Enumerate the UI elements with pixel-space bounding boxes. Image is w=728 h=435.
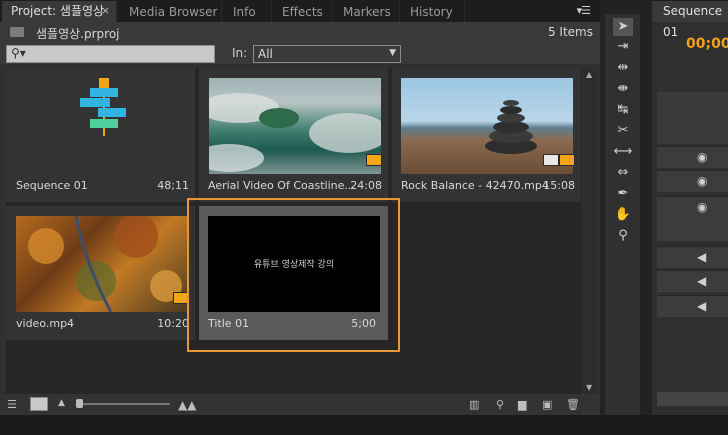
- in-label: In:: [232, 46, 248, 60]
- media-item-aerial-video[interactable]: Aerial Video Of Coastline... 24:08: [199, 68, 388, 202]
- in-filter-dropdown[interactable]: All ▼: [253, 45, 401, 63]
- project-bottom-toolbar: ☰ ▲ ▲▲ ▥ ⚲ ▆ ▣ 🗑: [0, 394, 600, 415]
- item-duration: 10:20: [157, 317, 189, 330]
- tab-media-browser[interactable]: Media Browser: [120, 2, 222, 22]
- zoom-out-icon[interactable]: ▲: [58, 398, 65, 408]
- media-item-video[interactable]: video.mp4 10:20: [6, 206, 195, 340]
- new-bin-icon[interactable]: ▆: [518, 398, 526, 411]
- sequence-tabbar: Sequence 01: [652, 0, 728, 39]
- aerial-thumbnail-art: [209, 93, 381, 172]
- vertical-scrollbar[interactable]: ▲ ▼: [583, 68, 597, 394]
- selection-tool-icon[interactable]: ➤: [613, 18, 633, 36]
- item-name: video.mp4: [16, 317, 75, 330]
- tab-markers-label: Markers: [343, 5, 391, 19]
- panel-tabbar: Project: 샘플영상 × Media Browser Info Effec…: [0, 0, 600, 22]
- video-track-1[interactable]: ◉: [657, 196, 728, 241]
- audio-track-1[interactable]: ◀: [657, 246, 728, 268]
- sequence-panel: Sequence 01 00;00; ◉ ◉ ◉ ◀ ◀ ◀: [652, 0, 728, 415]
- status-bar: [0, 415, 728, 435]
- scroll-up-icon[interactable]: ▲: [586, 70, 592, 79]
- item-duration: 24:08: [350, 179, 382, 192]
- video-badge-icon: [366, 154, 382, 166]
- tab-project-label: Project: 샘플영상: [11, 4, 105, 18]
- zoom-slider-handle[interactable]: [76, 399, 83, 408]
- video-badge-icon: [559, 154, 575, 166]
- video-track-3[interactable]: ◉: [657, 146, 728, 168]
- panel-menu-icon[interactable]: ▾☰: [577, 4, 591, 17]
- new-item-icon[interactable]: ▣: [542, 398, 552, 411]
- audio-track-3[interactable]: ◀: [657, 295, 728, 317]
- highlight-box: [187, 198, 400, 352]
- item-name: Sequence 01: [16, 179, 88, 192]
- rate-stretch-tool-icon[interactable]: ↹: [613, 101, 633, 119]
- search-icon[interactable]: ⚲▾: [11, 46, 26, 60]
- zoom-in-icon[interactable]: ▲▲: [178, 398, 196, 412]
- eye-icon[interactable]: ◉: [697, 174, 707, 188]
- find-icon[interactable]: ⚲: [496, 398, 504, 411]
- item-duration: 15:08: [543, 179, 575, 192]
- media-item-rock-balance[interactable]: Rock Balance - 42470.mp4 15:08: [392, 68, 581, 202]
- track-select-tool-icon[interactable]: ⇥: [613, 38, 633, 56]
- media-item-sequence[interactable]: Sequence 01 48;11: [6, 68, 195, 202]
- zoom-slider[interactable]: [80, 403, 170, 405]
- tab-info-label: Info: [233, 5, 256, 19]
- trash-icon[interactable]: 🗑: [566, 398, 580, 411]
- tab-history[interactable]: History: [401, 2, 465, 22]
- timeline-ruler[interactable]: [657, 92, 728, 144]
- search-row: ⚲▾ In: All ▼: [0, 44, 600, 64]
- list-view-icon[interactable]: ☰: [7, 398, 17, 411]
- project-info-bar: 샘플영상.prproj 5 Items: [0, 22, 600, 44]
- slide-tool-icon[interactable]: ⇔: [613, 164, 633, 182]
- sequence-icon: [80, 78, 126, 136]
- icon-view-icon[interactable]: [30, 397, 48, 411]
- item-name: Rock Balance - 42470.mp4: [401, 179, 549, 192]
- speaker-icon[interactable]: ◀: [697, 250, 706, 264]
- speaker-icon[interactable]: ◀: [697, 299, 706, 313]
- tab-effects-label: Effects: [282, 5, 323, 19]
- speaker-icon[interactable]: ◀: [697, 274, 706, 288]
- eye-icon[interactable]: ◉: [697, 200, 707, 214]
- razor-tool-icon[interactable]: ✂: [613, 122, 633, 140]
- timecode-display[interactable]: 00;00;: [686, 36, 728, 52]
- sequence-thumbnail: [18, 78, 190, 174]
- search-input[interactable]: ⚲▾: [6, 45, 215, 63]
- pen-tool-icon[interactable]: ✒: [613, 185, 633, 203]
- timeline-scrollbar[interactable]: [657, 392, 728, 406]
- rolling-edit-tool-icon[interactable]: ⇼: [613, 80, 633, 98]
- audio-badge-icon: [543, 154, 559, 166]
- ripple-edit-tool-icon[interactable]: ⇹: [613, 59, 633, 77]
- project-file-name: 샘플영상.prproj: [36, 27, 120, 41]
- in-filter-value: All: [258, 47, 273, 61]
- video-thumbnail: [16, 216, 188, 312]
- hand-tool-icon[interactable]: ✋: [613, 206, 633, 224]
- tab-markers[interactable]: Markers: [334, 2, 400, 22]
- item-name: Aerial Video Of Coastline...: [208, 179, 355, 192]
- slip-tool-icon[interactable]: ⟷: [613, 143, 633, 161]
- eye-icon[interactable]: ◉: [697, 150, 707, 164]
- item-count: 5 Items: [547, 25, 593, 39]
- scroll-down-icon[interactable]: ▼: [586, 383, 592, 392]
- tab-info[interactable]: Info: [224, 2, 272, 22]
- tab-history-label: History: [410, 5, 453, 19]
- audio-track-2[interactable]: ◀: [657, 270, 728, 292]
- bin-icon: [10, 27, 24, 37]
- chevron-down-icon: ▼: [389, 48, 396, 58]
- zoom-tool-icon[interactable]: ⚲: [613, 227, 633, 245]
- video-track-2[interactable]: ◉: [657, 170, 728, 192]
- tab-effects[interactable]: Effects: [273, 2, 333, 22]
- video-thumbnail-art: [28, 216, 182, 312]
- item-duration: 48;11: [157, 179, 189, 192]
- tab-sequence-01[interactable]: Sequence 01: [652, 1, 728, 39]
- automate-to-sequence-icon[interactable]: ▥: [469, 398, 479, 411]
- tools-panel: ➤ ⇥ ⇹ ⇼ ↹ ✂ ⟷ ⇔ ✒ ✋ ⚲: [605, 14, 640, 415]
- tab-close-icon[interactable]: ×: [101, 1, 110, 21]
- aerial-thumbnail: [209, 78, 381, 174]
- tab-media-browser-label: Media Browser: [129, 5, 218, 19]
- tab-project[interactable]: Project: 샘플영상 ×: [2, 1, 117, 22]
